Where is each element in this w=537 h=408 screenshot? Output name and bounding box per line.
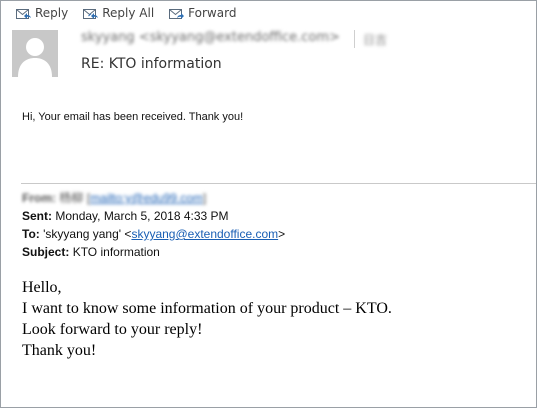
sender-address[interactable]: skyyang <skyyang@extendoffice.com>: [81, 30, 340, 45]
quoted-to-label: To:: [22, 227, 40, 241]
angle-close: >: [278, 227, 286, 241]
message-line: Thank you!: [22, 342, 97, 359]
quote-divider: [21, 183, 536, 184]
quoted-from-name: 杨柳: [59, 191, 84, 205]
quoted-from-label: From:: [22, 191, 56, 205]
message-line: Look forward to your reply!: [22, 321, 203, 338]
quoted-to-line: To: 'skyyang yang' <skyyang@extendoffice…: [22, 225, 285, 243]
reply-all-button-label: Reply All: [102, 6, 155, 20]
quoted-sent-value: Monday, March 5, 2018 4:33 PM: [55, 209, 229, 223]
header-separator: [354, 30, 355, 48]
reply-button[interactable]: Reply: [15, 6, 68, 20]
quoted-from-line: From: 杨柳 [mailto:y@edu99.com]: [22, 189, 285, 207]
person-silhouette-icon: [12, 30, 58, 77]
avatar: [12, 30, 58, 77]
message-subject: RE: KTO information: [81, 56, 222, 72]
message-line: Hello,: [22, 279, 62, 296]
quoted-subject-label: Subject:: [22, 245, 70, 259]
bracket-close: ]: [202, 191, 207, 205]
message-toolbar: Reply Reply All Forward: [1, 1, 536, 25]
reply-text: Hi, Your email has been received. Thank …: [22, 111, 244, 123]
message-line: I want to know some information of your …: [22, 300, 392, 317]
forward-icon: [169, 9, 185, 19]
reply-icon: [16, 9, 31, 19]
quoted-subject-value: KTO information: [72, 245, 160, 259]
quoted-to-name: 'skyyang yang': [43, 227, 122, 241]
quoted-subject-line: Subject: KTO information: [22, 243, 285, 261]
email-reading-pane: Reply Reply All Forward skyyang <skyyang…: [0, 0, 537, 408]
forward-button-label: Forward: [188, 6, 237, 20]
reply-all-icon: [83, 9, 99, 19]
recipient-name: 日吉: [363, 33, 388, 47]
quoted-from-link[interactable]: mailto:y@edu99.com: [90, 191, 203, 205]
forward-button[interactable]: Forward: [168, 6, 236, 20]
quoted-to-link[interactable]: skyyang@extendoffice.com: [131, 227, 278, 241]
quoted-sent-line: Sent: Monday, March 5, 2018 4:33 PM: [22, 207, 285, 225]
reply-button-label: Reply: [35, 6, 69, 20]
message-header: skyyang <skyyang@extendoffice.com> 日吉 RE…: [1, 25, 536, 81]
quoted-header: From: 杨柳 [mailto:y@edu99.com] Sent: Mond…: [22, 189, 285, 261]
reply-all-button[interactable]: Reply All: [82, 6, 154, 20]
message-body: Hi, Your email has been received. Thank …: [1, 81, 536, 407]
original-message: Hello, I want to know some information o…: [22, 277, 392, 361]
quoted-sent-label: Sent:: [22, 209, 52, 223]
